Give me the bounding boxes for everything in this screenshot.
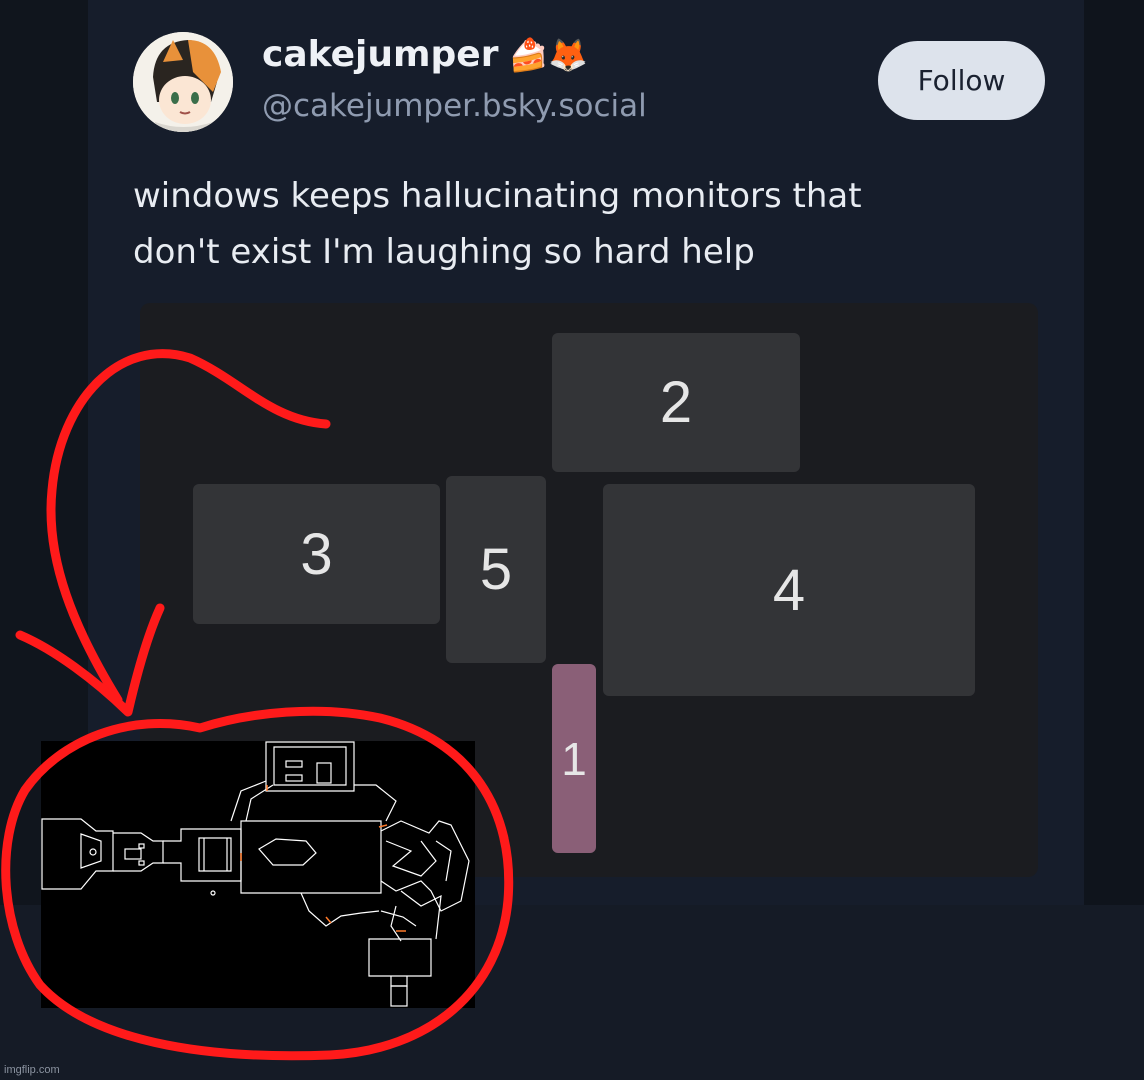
post-text-line-2: don't exist I'm laughing so hard help [133,232,755,272]
imgflip-watermark: imgflip.com [4,1064,60,1076]
automap-drawing [41,741,470,1007]
cake-fox-emoji-icon: 🍰🦊 [508,35,589,74]
display-name-text: cakejumper [262,34,499,75]
follow-button[interactable]: Follow [878,41,1045,120]
avatar-illustration [133,32,233,132]
monitor-5: 5 [446,476,546,663]
monitor-2: 2 [552,333,800,472]
post-text-line-1: windows keeps hallucinating monitors tha… [133,176,862,216]
display-name[interactable]: cakejumper 🍰🦊 [262,34,588,75]
post-text: windows keeps hallucinating monitors tha… [133,168,1033,280]
monitor-4: 4 [603,484,975,696]
doom-automap-image [41,741,475,1008]
monitor-1: 1 [552,664,596,853]
right-gutter [1084,0,1144,905]
user-handle[interactable]: @cakejumper.bsky.social [262,88,647,124]
monitor-3: 3 [193,484,440,624]
avatar[interactable] [133,32,233,132]
